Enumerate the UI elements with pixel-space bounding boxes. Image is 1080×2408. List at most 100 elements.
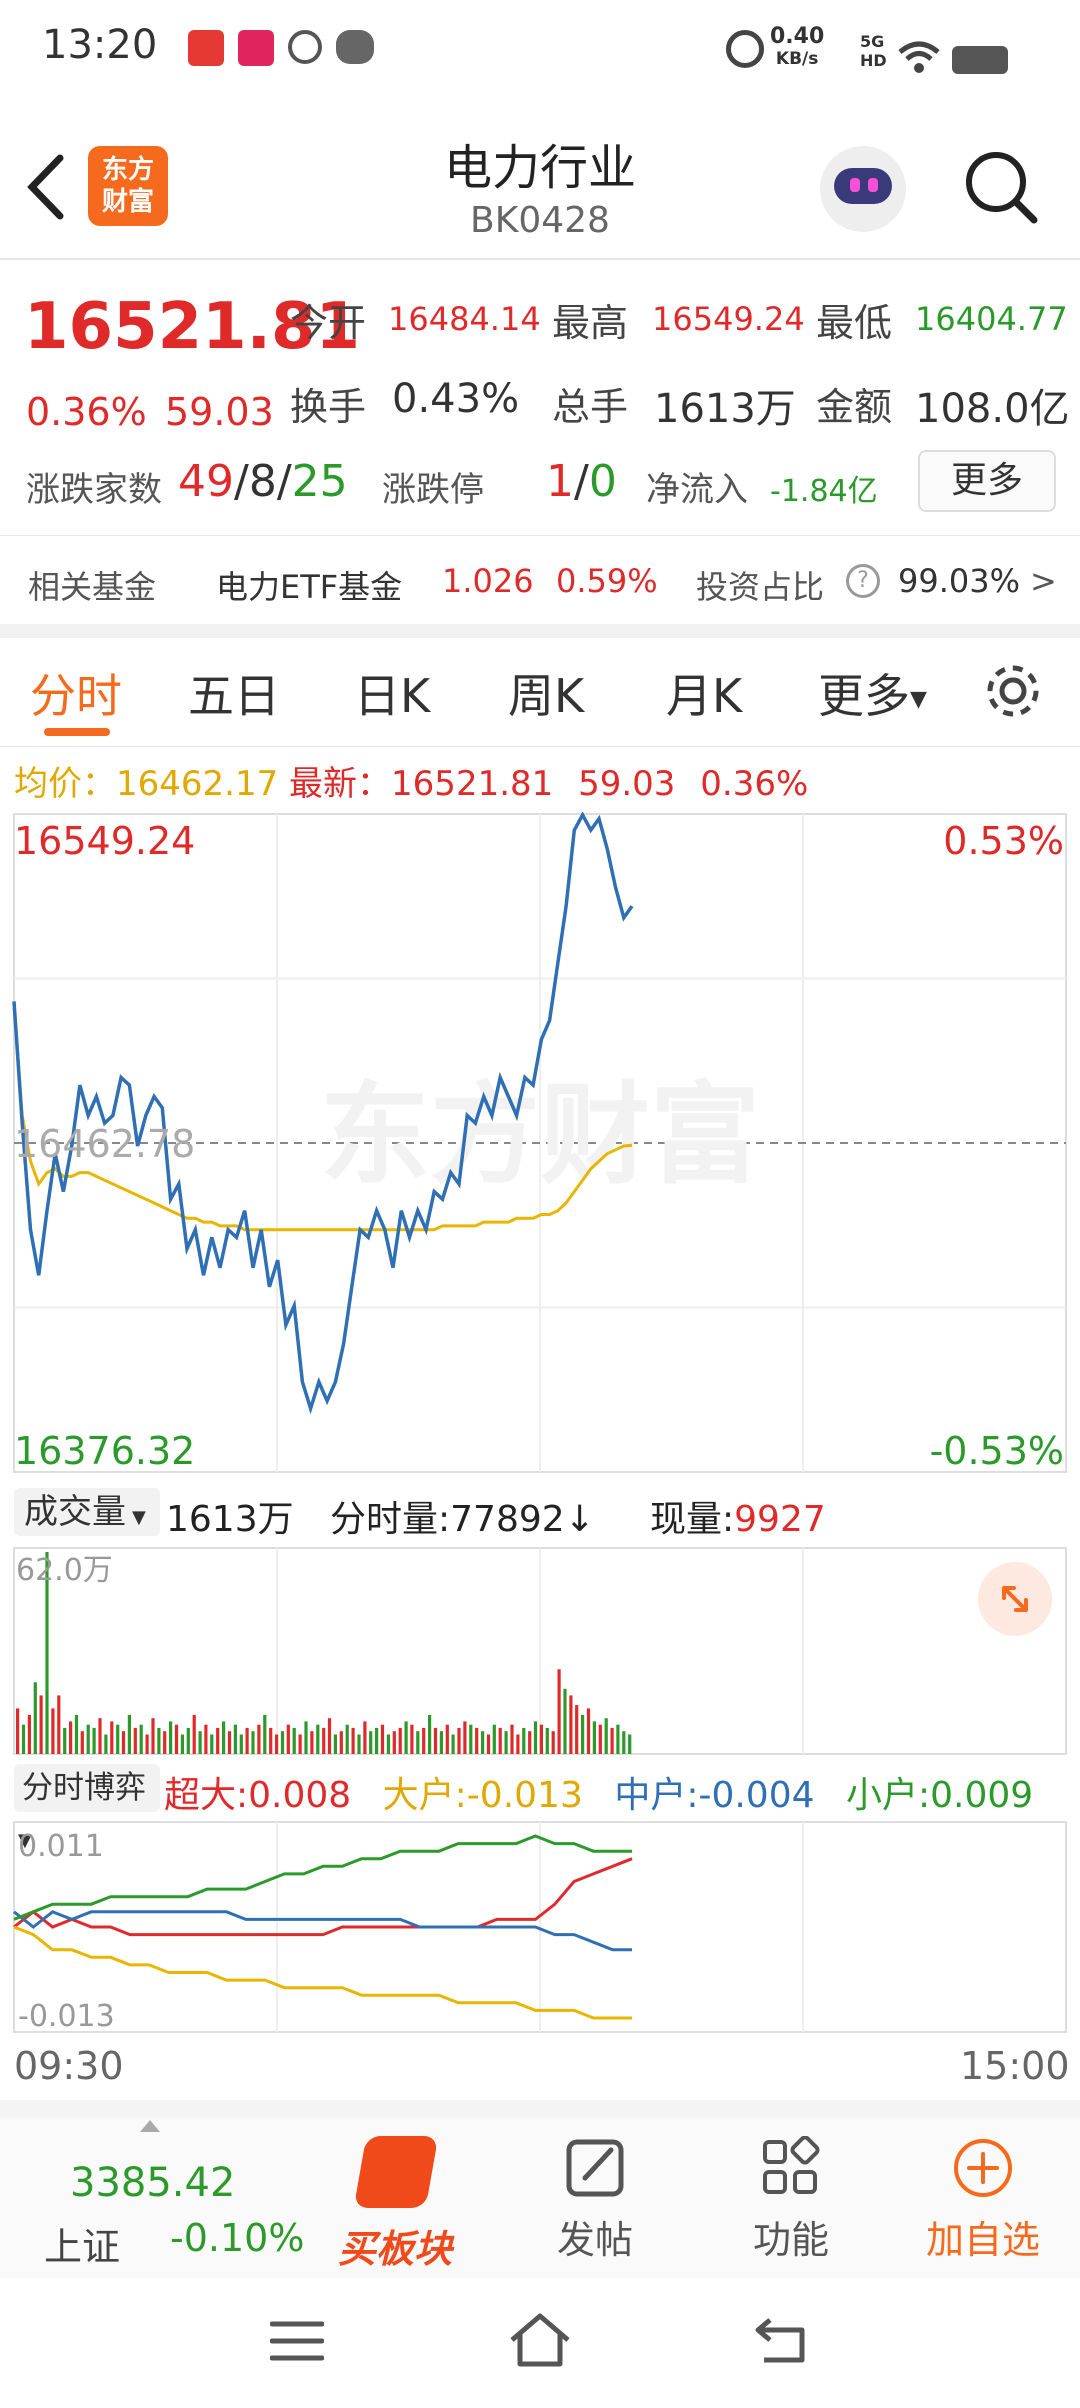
super-large-label: 超大: [164,1775,249,1816]
volume-bar [145,1734,149,1754]
flow-legend: 超大:0.008 大户:-0.013 中户:-0.004 小户:0.009 [164,1766,1033,1818]
volume-bar [233,1724,237,1754]
post-button[interactable]: 发帖 [520,2136,670,2276]
buy-sector-icon [353,2136,439,2208]
volume-bar [522,1727,526,1754]
volume-bar [392,1731,396,1754]
flow-max-label: 0.011 [18,1829,104,1864]
time-axis-end: 15:00 [960,2044,1070,2088]
latest-percent: 0.36% [700,764,809,804]
status-bar: 13:20 0.40 KB/s 5G HD [0,0,1080,125]
search-icon[interactable] [962,148,1042,228]
volume-indicator-selector[interactable]: 成交量 ▼ [14,1488,160,1536]
price-info-line: 均价：16462.17 最新：16521.81 59.03 0.36% [14,756,808,805]
y-axis-high-percent-label: 0.53% [943,819,1064,863]
flow-indicator-selector[interactable]: 分时博弈▼ [14,1764,160,1851]
add-watchlist-button[interactable]: 加自选 [908,2136,1058,2276]
related-fund-row[interactable]: 相关基金 电力ETF基金 1.026 0.59% 投资占比 ? 99.03% > [0,550,1080,620]
volume-bar [557,1669,561,1754]
turnover-label: 换手 [290,385,367,429]
network-speed-value: 0.40 [770,24,825,49]
tick-volume-value: 77892 [450,1499,565,1540]
volume-bar [463,1721,467,1754]
inflow-label: 净流入 [646,470,748,510]
expand-chart-button[interactable] [978,1562,1052,1636]
volume-bar [98,1718,102,1754]
volume-bar [286,1724,290,1754]
volume-bar [516,1734,520,1754]
index-ticker[interactable]: 3385.42 上证 -0.10% [0,2118,310,2278]
low-value: 16404.77 [915,300,1068,338]
volume-bar [57,1695,61,1754]
fund-price: 1.026 [442,562,534,600]
chevron-right-icon: > [1030,562,1057,600]
volume-bar [110,1721,114,1754]
volume-bar [457,1727,461,1754]
tab-weekly-k[interactable]: 周K [508,660,584,726]
home-icon[interactable] [508,2312,572,2368]
volume-bar [598,1724,602,1754]
change-percent: 0.36% [26,390,147,434]
amount-label: 金额 [816,385,893,429]
tab-intraday[interactable]: 分时 [30,660,122,726]
bottom-toolbar: 3385.42 上证 -0.10% 买板块 发帖 功能 加自选 [0,2118,1080,2278]
volume-bar [316,1724,320,1754]
volume-bar [198,1731,202,1754]
status-time: 13:20 [42,22,158,68]
edit-post-icon [566,2139,624,2197]
tab-more[interactable]: 更多▼ [818,660,927,726]
limit-label: 涨跌停 [382,470,484,510]
y-axis-high-label: 16549.24 [14,819,195,863]
volume-bar [239,1734,243,1754]
buy-sector-button[interactable]: 买板块 [318,2136,478,2276]
function-button[interactable]: 功能 [716,2135,866,2276]
small-value: 0.009 [930,1775,1034,1816]
change-amount: 59.03 [165,390,274,434]
help-icon[interactable]: ? [846,564,880,598]
back-nav-icon[interactable] [754,2314,810,2364]
volume-bar [251,1731,255,1754]
volume-bar [27,1714,31,1754]
volume-bar [21,1724,26,1754]
volume-bar [369,1731,373,1754]
volume-bar [80,1731,84,1754]
more-button[interactable]: 更多 [918,450,1056,512]
flow-min-label: -0.013 [18,1999,115,2034]
flow-selector-label: 分时博弈 [22,1770,146,1806]
taobao-app-icon [188,30,224,66]
index-value: 3385.42 [70,2160,236,2206]
volume-bar [569,1695,573,1754]
network-speed-unit: KB/s [775,49,819,69]
menu-icon[interactable] [270,2318,324,2364]
wifi-icon [898,41,940,73]
section-divider [0,624,1080,638]
limit-up-count: 1 [546,456,574,507]
volume-chart[interactable]: 62.0万 [0,1546,1080,1756]
volume-bar [439,1731,443,1754]
assistant-avatar[interactable] [820,146,906,232]
fund-flow-chart[interactable]: 0.011 -0.013 [0,1820,1080,2036]
tab-monthly-k[interactable]: 月K [666,660,742,726]
volume-bar [163,1731,167,1754]
intraday-price-chart[interactable]: 东方财富 16549.24 16376.32 16462.78 0.53% -0.53% [0,812,1080,1480]
volume-bar [333,1734,337,1754]
open-label: 今开 [290,301,367,345]
avatar-eye-left [850,178,860,192]
alarm-icon [726,30,764,68]
tab-five-day[interactable]: 五日 [188,660,280,726]
volume-bar [586,1708,591,1754]
settings-gear-icon[interactable] [982,660,1044,722]
volume-bar [192,1714,196,1754]
volume-bar [245,1727,249,1754]
volume-bar [363,1721,367,1754]
average-value: 16462.17 [116,764,279,804]
volume-bar [86,1724,90,1754]
volume-bar [227,1731,232,1754]
latest-value: 16521.81 [391,764,554,804]
y-axis-low-percent-label: -0.53% [930,1429,1064,1473]
tab-daily-k[interactable]: 日K [354,660,430,726]
volume-bar [169,1721,173,1754]
y-axis-low-label: 16376.32 [14,1429,195,1473]
battery-icon [952,46,1008,74]
volume-bar [492,1724,496,1754]
